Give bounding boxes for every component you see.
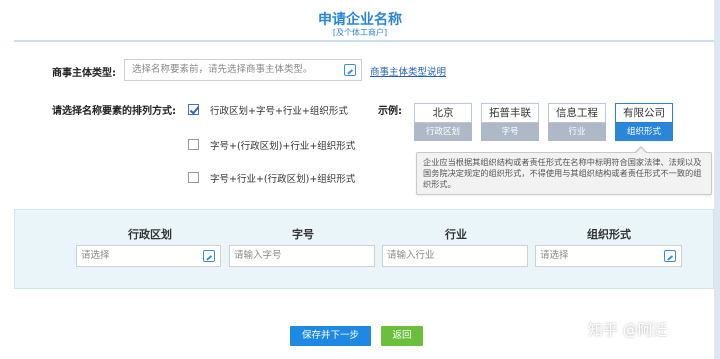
brand-placeholder: 请输入字号: [234, 250, 282, 261]
example-card-org: 有限公司 组织形式: [615, 103, 673, 141]
arrangement-label: 请选择名称要素的排列方式:: [52, 106, 176, 117]
industry-input[interactable]: 请输入行业: [382, 245, 528, 267]
page-subtitle: [及个体工商户]: [332, 28, 388, 37]
save-next-button[interactable]: 保存并下一步: [290, 326, 371, 346]
org-header: 组织形式: [587, 228, 631, 241]
title-divider: [14, 40, 714, 42]
arrangement-option-3-checkbox[interactable]: [188, 172, 199, 183]
example-label: 示例:: [378, 106, 402, 117]
example-card-text: 拓普丰联: [481, 103, 539, 123]
edit-icon[interactable]: [203, 250, 215, 262]
industry-header: 行业: [445, 228, 467, 241]
entity-type-placeholder: 选择名称要素前，请先选择商事主体类型。: [132, 64, 313, 75]
example-card-text: 有限公司: [615, 103, 673, 123]
arrangement-option-2-label: 字号+(行政区划)+行业+组织形式: [210, 141, 356, 152]
example-card-text: 北京: [414, 103, 472, 123]
region-header: 行政区划: [128, 228, 172, 241]
entity-type-label: 商事主体类型:: [52, 68, 116, 79]
brand-input[interactable]: 请输入字号: [229, 245, 375, 267]
example-card-caption: 行业: [548, 123, 606, 141]
arrangement-option-1-label: 行政区划+字号+行业+组织形式: [210, 106, 348, 117]
edit-icon[interactable]: [664, 250, 676, 262]
arrangement-option-3-label: 字号+行业+(行政区划)+组织形式: [210, 174, 356, 185]
example-card-caption: 行政区划: [414, 123, 472, 141]
example-card-industry: 信息工程 行业: [548, 103, 606, 141]
example-card-region: 北京 行政区划: [414, 103, 472, 141]
example-card-caption: 组织形式: [615, 123, 673, 141]
org-form-tooltip: 企业应当根据其组织结构或者责任形式在名称中标明符合国家法律、法规以及国务院决定规…: [416, 152, 712, 195]
back-button[interactable]: 返回: [381, 326, 423, 346]
region-select[interactable]: 请选择: [76, 245, 221, 267]
edit-icon[interactable]: [344, 64, 356, 76]
region-placeholder: 请选择: [81, 250, 110, 261]
arrangement-option-1-checkbox[interactable]: [188, 104, 199, 115]
tooltip-arrow-inner: [636, 147, 646, 153]
entity-type-select[interactable]: 选择名称要素前，请先选择商事主体类型。: [124, 59, 362, 81]
example-card-brand: 拓普丰联 字号: [481, 103, 539, 141]
org-placeholder: 请选择: [540, 250, 569, 261]
example-card-text: 信息工程: [548, 103, 606, 123]
arrangement-option-2-checkbox[interactable]: [188, 139, 199, 150]
industry-placeholder: 请输入行业: [387, 250, 435, 261]
example-card-caption: 字号: [481, 123, 539, 141]
org-select[interactable]: 请选择: [535, 245, 682, 267]
entity-type-help-link[interactable]: 商事主体类型说明: [370, 64, 446, 78]
brand-header: 字号: [292, 228, 314, 241]
watermark-text: 知乎 @阿迁: [588, 321, 668, 339]
page-title: 申请企业名称: [318, 12, 402, 28]
right-scroll-strip: [714, 0, 720, 359]
